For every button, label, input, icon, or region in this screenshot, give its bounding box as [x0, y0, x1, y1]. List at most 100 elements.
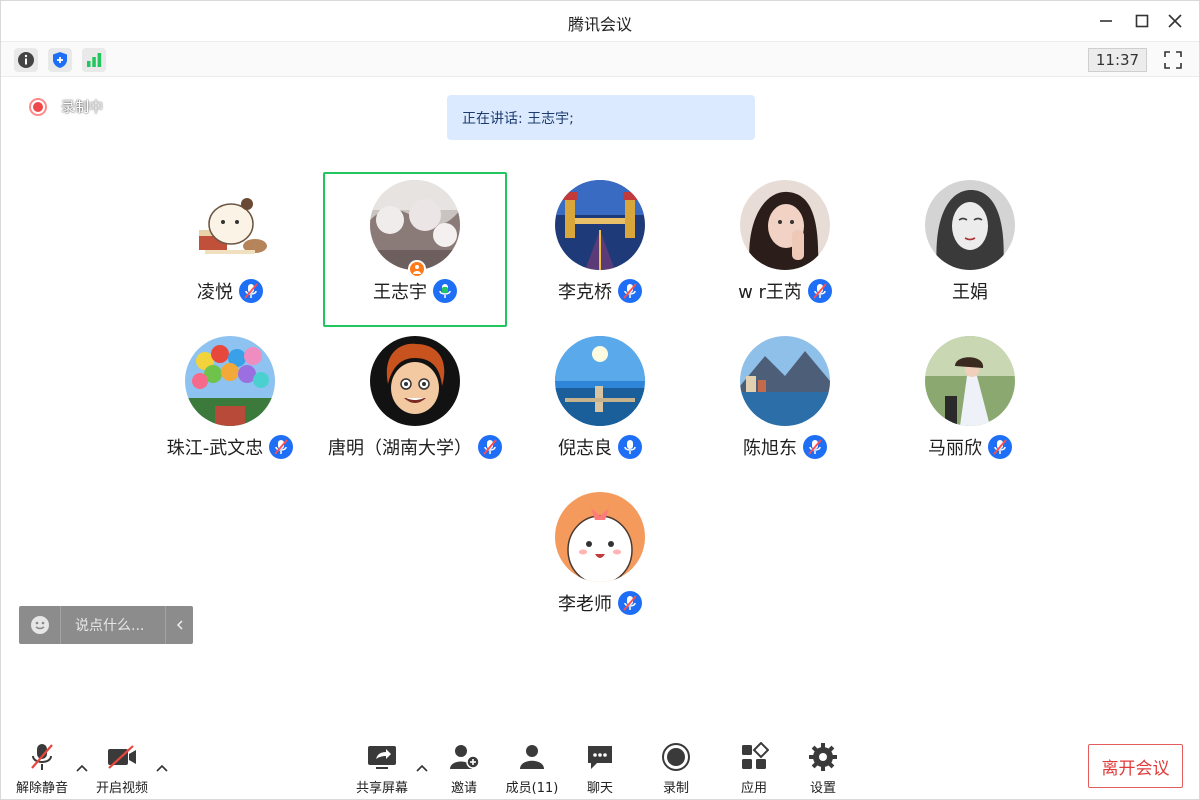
share-screen-label: 共享屏幕: [355, 781, 408, 796]
speaking-banner: 正在讲话: 王志宇;: [447, 95, 755, 140]
participant-tile[interactable]: 陈旭东: [693, 328, 877, 483]
record-button[interactable]: 录制: [641, 741, 711, 796]
unmute-label: 解除静音: [15, 781, 68, 796]
shield-icon[interactable]: [48, 48, 72, 72]
mic-muted-icon[interactable]: [478, 435, 502, 459]
apps-label: 应用: [740, 781, 767, 796]
participant-name: 王志宇: [373, 282, 427, 303]
members-icon: [514, 741, 550, 773]
participant-tile[interactable]: 珠江-武文忠: [138, 328, 322, 483]
record-icon: [658, 741, 694, 773]
avatar: [555, 180, 645, 270]
participant-name-row: 珠江-武文忠: [138, 434, 322, 460]
participant-name: 倪志良: [558, 438, 612, 459]
chat-icon: [582, 741, 618, 773]
emoji-icon[interactable]: [19, 606, 61, 644]
participant-name-row: 凌悦: [138, 278, 322, 304]
avatar: [370, 180, 460, 270]
participant-name-row: 陈旭东: [693, 434, 877, 460]
fullscreen-icon[interactable]: [1161, 48, 1185, 72]
avatar: [185, 336, 275, 426]
window-title: 腾讯会议: [567, 15, 632, 34]
chat-input[interactable]: 说点什么...: [61, 615, 165, 635]
chat-input-box[interactable]: 说点什么...: [19, 606, 193, 644]
members-label: 成员(11): [505, 781, 559, 796]
participant-tile[interactable]: 李老师: [508, 484, 692, 639]
gear-icon: [805, 741, 841, 773]
title-bar: 腾讯会议: [1, 1, 1199, 41]
avatar: [555, 492, 645, 582]
add-user-icon: [446, 741, 482, 773]
participant-name: 马丽欣: [928, 438, 982, 459]
settings-label: 设置: [809, 781, 836, 796]
chevron-up-icon[interactable]: [155, 761, 169, 775]
mic-muted-icon[interactable]: [988, 435, 1012, 459]
participant-name-row: 李克桥: [508, 278, 692, 304]
apps-button[interactable]: 应用: [719, 741, 789, 796]
participant-tile[interactable]: 马丽欣: [878, 328, 1062, 483]
participant-name: 陈旭东: [743, 438, 797, 459]
participant-tile[interactable]: 唐明（湖南大学）: [323, 328, 507, 483]
host-icon: [408, 260, 426, 278]
chevron-left-icon[interactable]: [165, 606, 193, 644]
mic-off-icon: [24, 741, 60, 773]
participant-tile-active[interactable]: 王志宇: [323, 172, 507, 327]
participant-name: 凌悦: [197, 282, 233, 303]
avatar: [370, 336, 460, 426]
avatar: [925, 336, 1015, 426]
avatar: [185, 180, 275, 270]
mic-on-icon[interactable]: [618, 435, 642, 459]
mic-muted-icon[interactable]: [239, 279, 263, 303]
participant-name-row: 王志宇: [325, 278, 505, 304]
participant-name: 王娟: [952, 282, 988, 303]
start-video-button[interactable]: 开启视频: [87, 741, 157, 796]
mic-muted-icon[interactable]: [269, 435, 294, 459]
meeting-window: 腾讯会议 11:37 录制中 正在讲话: 王志宇; 凌悦 王志宇 李克桥 w r…: [0, 0, 1200, 800]
invite-button[interactable]: 邀请: [429, 741, 499, 796]
maximize-button[interactable]: [1130, 9, 1154, 33]
close-button[interactable]: [1163, 9, 1187, 33]
participant-name-row: w r王芮: [693, 278, 877, 304]
unmute-button[interactable]: 解除静音: [7, 741, 77, 796]
record-label: 录制: [662, 781, 689, 796]
mic-muted-icon[interactable]: [618, 591, 642, 615]
record-dot-icon: [29, 98, 47, 116]
leave-meeting-button[interactable]: 离开会议: [1088, 744, 1183, 788]
participant-tile[interactable]: 李克桥: [508, 172, 692, 327]
participant-name-row: 马丽欣: [878, 434, 1062, 460]
participant-tile[interactable]: w r王芮: [693, 172, 877, 327]
status-toolbar: 11:37: [1, 41, 1199, 77]
mic-speaking-icon[interactable]: [433, 279, 457, 303]
apps-icon: [736, 741, 772, 773]
participant-tile[interactable]: 凌悦: [138, 172, 322, 327]
recording-label: 录制中: [61, 100, 103, 116]
participant-name: w r王芮: [738, 282, 802, 303]
share-screen-icon: [364, 741, 400, 773]
mic-muted-icon[interactable]: [618, 279, 642, 303]
mic-muted-icon[interactable]: [803, 435, 827, 459]
mic-muted-icon[interactable]: [807, 279, 832, 303]
participant-name: 珠江-武文忠: [166, 438, 264, 459]
recording-indicator: 录制中: [29, 97, 103, 117]
minimize-button[interactable]: [1094, 9, 1118, 33]
participant-name: 唐明（湖南大学）: [328, 438, 472, 459]
avatar: [925, 180, 1015, 270]
participant-tile[interactable]: 倪志良: [508, 328, 692, 483]
invite-label: 邀请: [450, 781, 477, 796]
participant-name: 李克桥: [558, 282, 612, 303]
meeting-clock: 11:37: [1088, 48, 1147, 72]
members-button[interactable]: 成员(11): [497, 741, 567, 796]
chat-label: 聊天: [586, 781, 613, 796]
bottom-toolbar: 解除静音 开启视频 共享屏幕 邀请 成员(11) 聊天 录制 应用 设置 离开会…: [1, 731, 1199, 799]
share-screen-button[interactable]: 共享屏幕: [347, 741, 417, 796]
participant-name-row: 倪志良: [508, 434, 692, 460]
chat-button[interactable]: 聊天: [565, 741, 635, 796]
info-icon[interactable]: [14, 48, 38, 72]
avatar: [740, 180, 830, 270]
participant-tile[interactable]: 王娟: [878, 172, 1062, 327]
chevron-up-icon[interactable]: [415, 761, 429, 775]
settings-button[interactable]: 设置: [788, 741, 858, 796]
participant-name: 李老师: [558, 594, 612, 615]
participant-name-row: 李老师: [508, 590, 692, 616]
signal-icon[interactable]: [82, 48, 106, 72]
